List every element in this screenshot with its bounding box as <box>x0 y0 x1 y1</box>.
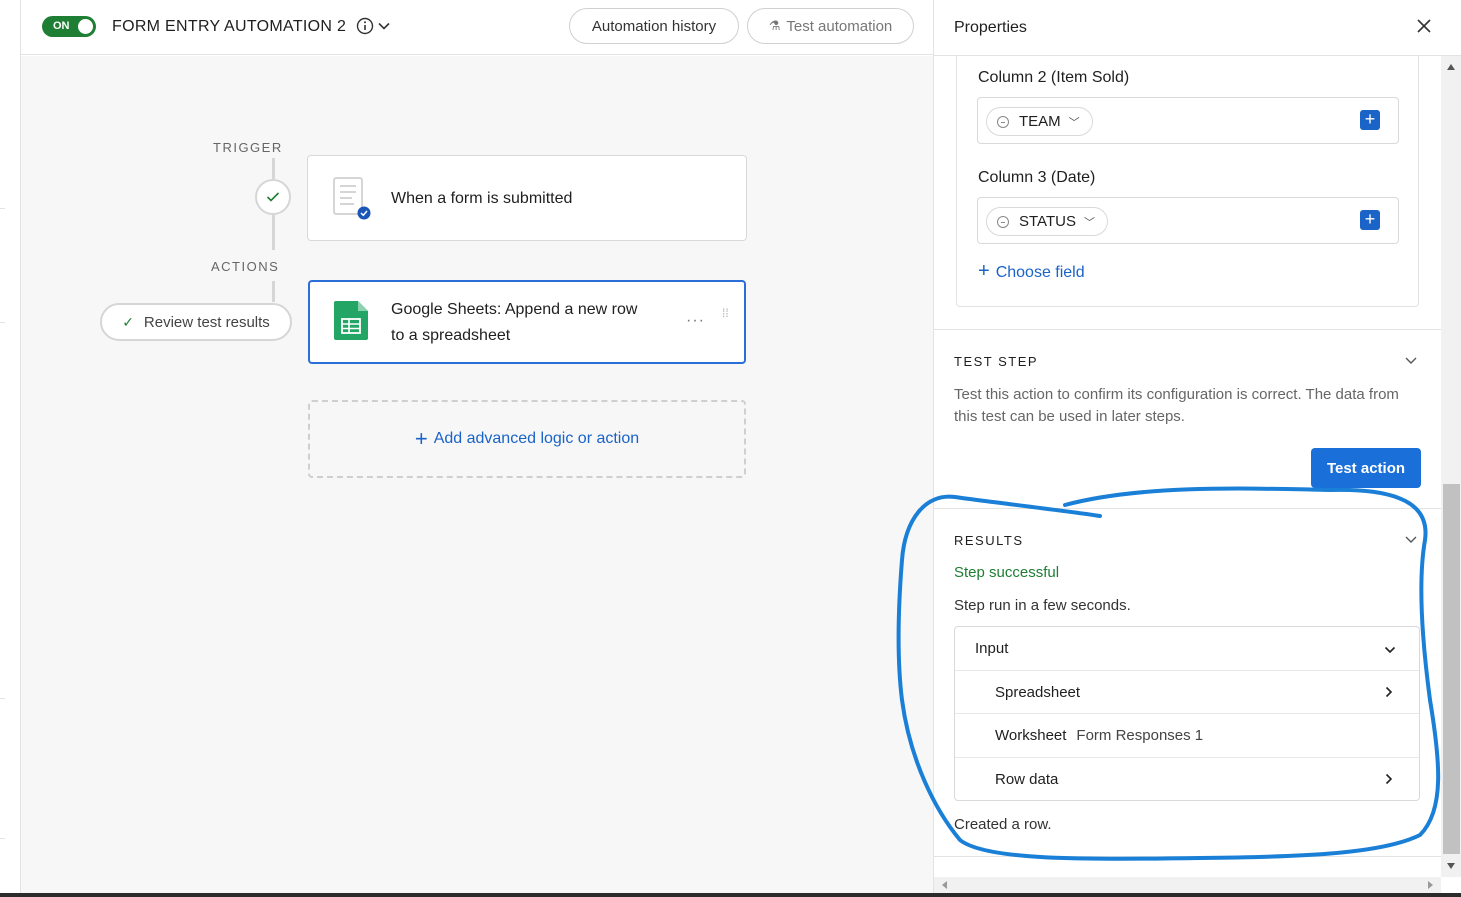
automation-toggle[interactable]: ON <box>42 16 96 37</box>
section-divider <box>934 856 1441 857</box>
test-automation-label: Test automation <box>786 17 893 35</box>
chevron-down-icon: ﹀ <box>1083 216 1095 229</box>
panel-header: Properties <box>934 0 1461 56</box>
section-divider <box>934 329 1441 330</box>
properties-panel: Properties Column 2 (Item Sold) TEAM ﹀ +… <box>933 0 1461 897</box>
gutter-tick <box>0 698 5 699</box>
check-icon <box>266 192 280 202</box>
test-action-button[interactable]: Test action <box>1311 448 1421 488</box>
section-divider <box>934 508 1441 509</box>
connector-line <box>272 158 275 179</box>
automation-title: FORM ENTRY AUTOMATION 2 <box>112 18 347 35</box>
drag-handle-icon[interactable]: ⁞⁞ <box>722 307 729 319</box>
horizontal-scrollbar[interactable] <box>934 877 1441 893</box>
chevron-down-icon[interactable] <box>377 19 391 33</box>
chevron-down-icon: ﹀ <box>1068 116 1080 129</box>
close-icon[interactable] <box>1415 17 1433 35</box>
input-section-row[interactable]: Input <box>955 627 1419 670</box>
action-card-line1: Google Sheets: Append a new row <box>391 301 638 318</box>
chevron-right-icon <box>1385 686 1393 698</box>
field-chip-label: TEAM <box>1019 113 1061 130</box>
scroll-up-arrow-icon[interactable] <box>1447 64 1455 70</box>
field-label: Column 3 (Date) <box>978 169 1096 186</box>
result-footer: Created a row. <box>954 816 1052 833</box>
more-options-icon[interactable]: ··· <box>686 312 705 330</box>
gutter-tick <box>0 208 5 209</box>
test-automation-button[interactable]: ⚗ Test automation <box>747 8 914 44</box>
field-chip-status[interactable]: STATUS ﹀ <box>986 207 1108 236</box>
trigger-card-text: When a form is submitted <box>391 190 573 207</box>
flask-icon: ⚗ <box>768 18 781 33</box>
scrollbar-thumb[interactable] <box>1443 484 1460 854</box>
gutter-tick <box>0 838 5 839</box>
choose-field-button[interactable]: + Choose field <box>978 260 1085 283</box>
result-row-label: Row data <box>995 771 1059 788</box>
check-icon: ✓ <box>122 313 134 330</box>
field-type-icon <box>997 215 1009 228</box>
vertical-scrollbar[interactable] <box>1441 56 1461 877</box>
results-heading: RESULTS <box>954 533 1024 548</box>
panel-title: Properties <box>954 19 1027 36</box>
add-field-plus-icon[interactable]: + <box>1360 210 1380 230</box>
form-document-icon <box>333 177 371 220</box>
chevron-down-icon[interactable] <box>1404 535 1418 545</box>
toggle-knob <box>78 19 93 34</box>
plus-icon: + <box>978 260 990 282</box>
chevron-down-icon <box>1384 646 1396 654</box>
trigger-card[interactable]: When a form is submitted <box>307 155 747 241</box>
field-label: Column 2 (Item Sold) <box>978 69 1130 86</box>
info-icon[interactable] <box>356 17 374 35</box>
add-advanced-logic-button[interactable]: + Add advanced logic or action <box>308 400 746 478</box>
toggle-label: ON <box>53 20 70 32</box>
action-card-line2: to a spreadsheet <box>391 327 511 344</box>
panel-scroll-area[interactable]: Column 2 (Item Sold) TEAM ﹀ + Column 3 (… <box>934 56 1441 877</box>
step-status: Step successful <box>954 564 1060 581</box>
add-advanced-logic-label: Add advanced logic or action <box>433 430 640 447</box>
result-row-spreadsheet[interactable]: Spreadsheet <box>955 670 1419 713</box>
automation-history-button[interactable]: Automation history <box>569 8 739 44</box>
add-field-plus-icon[interactable]: + <box>1360 110 1380 130</box>
results-box: Input Spreadsheet Worksheet Form Response… <box>954 626 1420 801</box>
column-3-field[interactable]: STATUS ﹀ + <box>977 197 1399 244</box>
chevron-right-icon <box>1385 773 1393 785</box>
field-chip-label: STATUS <box>1019 213 1076 230</box>
scroll-down-arrow-icon[interactable] <box>1447 863 1455 869</box>
trigger-section-label: TRIGGER <box>213 140 283 155</box>
workflow-canvas: TRIGGER ACTIONS When a form is submitted… <box>21 56 933 893</box>
scroll-left-arrow-icon[interactable] <box>942 881 947 889</box>
chevron-down-icon[interactable] <box>1404 356 1418 366</box>
top-bar: ON FORM ENTRY AUTOMATION 2 Automation hi… <box>21 0 933 55</box>
gutter-tick <box>0 322 5 323</box>
review-test-results-label: Review test results <box>143 313 270 331</box>
connector-line <box>272 281 275 302</box>
plus-icon: + <box>414 426 428 451</box>
test-step-description: Test this action to confirm its configur… <box>954 386 1399 425</box>
result-row-row-data[interactable]: Row data <box>955 757 1419 800</box>
result-row-label: Worksheet <box>995 727 1067 744</box>
result-row-worksheet: Worksheet Form Responses 1 <box>955 713 1419 756</box>
review-test-results-button[interactable]: ✓ Review test results <box>100 303 292 341</box>
google-sheets-icon <box>334 301 368 340</box>
step-run-info: Step run in a few seconds. <box>954 597 1131 614</box>
column-2-field[interactable]: TEAM ﹀ + <box>977 97 1399 144</box>
field-mapping-box: Column 2 (Item Sold) TEAM ﹀ + Column 3 (… <box>956 56 1419 307</box>
result-row-entry: Worksheet Form Responses 1 <box>995 727 1203 744</box>
test-step-heading: TEST STEP <box>954 354 1039 369</box>
field-chip-team[interactable]: TEAM ﹀ <box>986 107 1093 136</box>
action-card[interactable]: Google Sheets: Append a new row to a spr… <box>308 280 746 364</box>
choose-field-label: Choose field <box>995 264 1085 281</box>
result-row-value: Form Responses 1 <box>1076 727 1204 744</box>
field-type-icon <box>997 115 1009 128</box>
result-row-label: Spreadsheet <box>995 684 1081 701</box>
scroll-right-arrow-icon[interactable] <box>1428 881 1433 889</box>
trigger-status-check <box>255 179 291 215</box>
connector-line <box>272 215 275 250</box>
left-gutter <box>0 0 21 893</box>
input-label: Input <box>975 640 1009 657</box>
actions-section-label: ACTIONS <box>211 259 280 274</box>
bottom-edge <box>0 893 1461 897</box>
